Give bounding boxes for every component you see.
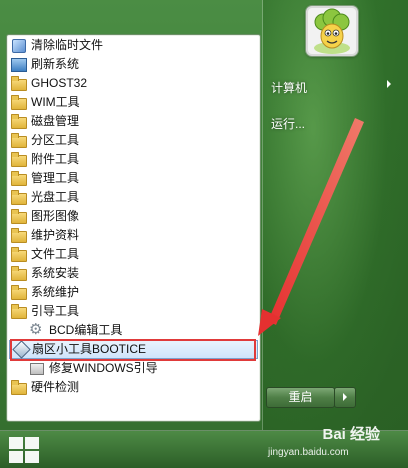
baidu-watermark: Bai 经验 — [322, 426, 380, 443]
watermark-url: jingyan.baidu.com — [268, 447, 349, 458]
windows-logo-pane-icon — [25, 451, 39, 463]
windows-logo-pane-icon — [9, 437, 23, 449]
annotation-arrow — [258, 118, 364, 336]
windows-logo-pane-icon — [25, 437, 39, 449]
start-button[interactable] — [6, 434, 40, 463]
windows-logo-pane-icon — [9, 451, 23, 463]
